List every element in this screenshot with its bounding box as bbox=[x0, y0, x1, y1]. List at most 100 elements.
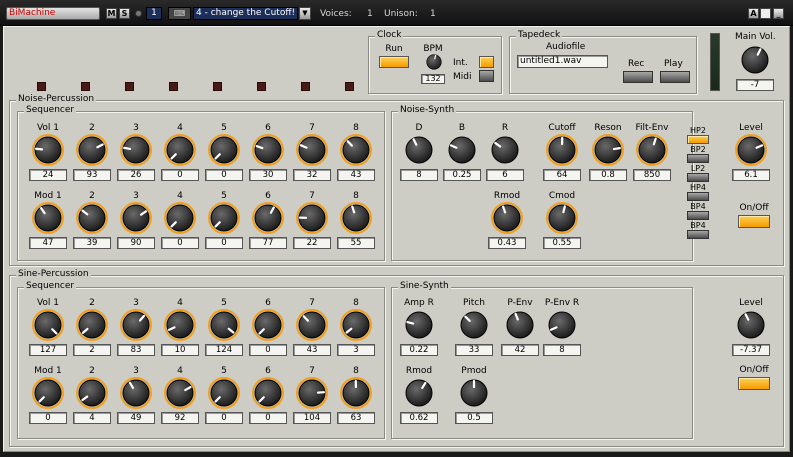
sine-mod-4-value[interactable]: 92 bbox=[161, 412, 199, 424]
voices-value[interactable]: 1 bbox=[367, 9, 373, 19]
sine-synth-3-value[interactable]: 8 bbox=[543, 344, 581, 356]
main-vol-knob[interactable] bbox=[739, 44, 771, 76]
noise-vol-8-knob[interactable] bbox=[340, 134, 372, 166]
keyboard-icon[interactable]: ⌨ bbox=[168, 7, 191, 20]
sine-synth-0-value[interactable]: 0.22 bbox=[400, 344, 438, 356]
noise-mod-5-value[interactable]: 0 bbox=[205, 237, 243, 249]
sine-vol-8-knob[interactable] bbox=[340, 309, 372, 341]
noise-synth-mod-0-value[interactable]: 0.43 bbox=[488, 237, 526, 249]
sine-synth-3-knob[interactable] bbox=[546, 309, 578, 341]
filter-button[interactable] bbox=[687, 135, 709, 144]
preset-select[interactable]: 4 - change the Cutoff! bbox=[193, 7, 298, 20]
sine-vol-1-knob[interactable] bbox=[32, 309, 64, 341]
sine-vol-8-value[interactable]: 3 bbox=[337, 344, 375, 356]
noise-vol-4-knob[interactable] bbox=[164, 134, 196, 166]
noise-synth-0-value[interactable]: 8 bbox=[400, 169, 438, 181]
audiofile-field[interactable]: untitled1.wav bbox=[517, 55, 608, 68]
sine-mod-3-knob[interactable] bbox=[120, 377, 152, 409]
noise-mod-1-knob[interactable] bbox=[32, 202, 64, 234]
sine-synth-mod-0-value[interactable]: 0.62 bbox=[400, 412, 438, 424]
noise-synth-4-knob[interactable] bbox=[592, 134, 624, 166]
sine-vol-2-knob[interactable] bbox=[76, 309, 108, 341]
chevron-down-icon[interactable]: ▼ bbox=[299, 7, 311, 20]
play-button[interactable] bbox=[660, 71, 690, 83]
sine-mod-2-value[interactable]: 4 bbox=[73, 412, 111, 424]
sine-vol-6-value[interactable]: 0 bbox=[249, 344, 287, 356]
solo-button[interactable]: S bbox=[119, 8, 130, 19]
int-toggle[interactable] bbox=[479, 56, 494, 68]
automation-button[interactable]: A bbox=[748, 8, 759, 19]
sine-vol-5-knob[interactable] bbox=[208, 309, 240, 341]
sine-synth-mod-1-knob[interactable] bbox=[458, 377, 490, 409]
bpm-value[interactable]: 132 bbox=[421, 74, 445, 84]
noise-mod-3-value[interactable]: 90 bbox=[117, 237, 155, 249]
noise-synth-2-knob[interactable] bbox=[489, 134, 521, 166]
noise-synth-4-value[interactable]: 0.8 bbox=[589, 169, 627, 181]
instrument-name[interactable]: BiMachine bbox=[6, 7, 100, 20]
sine-synth-0-knob[interactable] bbox=[403, 309, 435, 341]
noise-mod-2-value[interactable]: 39 bbox=[73, 237, 111, 249]
noise-synth-1-knob[interactable] bbox=[446, 134, 478, 166]
noise-mod-6-value[interactable]: 77 bbox=[249, 237, 287, 249]
sine-level-knob[interactable] bbox=[735, 309, 767, 341]
sine-mod-2-knob[interactable] bbox=[76, 377, 108, 409]
noise-synth-2-value[interactable]: 6 bbox=[486, 169, 524, 181]
noise-mod-3-knob[interactable] bbox=[120, 202, 152, 234]
filter-button[interactable] bbox=[687, 211, 709, 220]
noise-mod-2-knob[interactable] bbox=[76, 202, 108, 234]
noise-synth-3-knob[interactable] bbox=[546, 134, 578, 166]
noise-synth-5-knob[interactable] bbox=[636, 134, 668, 166]
window-button[interactable] bbox=[760, 8, 771, 19]
noise-level-value[interactable]: 6.1 bbox=[732, 169, 770, 181]
filter-button[interactable] bbox=[687, 173, 709, 182]
noise-vol-7-value[interactable]: 32 bbox=[293, 169, 331, 181]
noise-vol-2-value[interactable]: 93 bbox=[73, 169, 111, 181]
noise-mod-4-value[interactable]: 0 bbox=[161, 237, 199, 249]
main-vol-value[interactable]: -7 bbox=[736, 79, 774, 91]
sine-synth-mod-1-value[interactable]: 0.5 bbox=[455, 412, 493, 424]
noise-mod-7-value[interactable]: 22 bbox=[293, 237, 331, 249]
noise-onoff-button[interactable] bbox=[738, 215, 770, 228]
sine-mod-3-value[interactable]: 49 bbox=[117, 412, 155, 424]
sine-vol-7-knob[interactable] bbox=[296, 309, 328, 341]
noise-mod-5-knob[interactable] bbox=[208, 202, 240, 234]
sine-vol-5-value[interactable]: 124 bbox=[205, 344, 243, 356]
bpm-knob[interactable] bbox=[425, 53, 443, 71]
noise-mod-4-knob[interactable] bbox=[164, 202, 196, 234]
noise-mod-1-value[interactable]: 47 bbox=[29, 237, 67, 249]
noise-vol-7-knob[interactable] bbox=[296, 134, 328, 166]
sine-level-value[interactable]: -7.37 bbox=[732, 344, 770, 356]
sine-vol-2-value[interactable]: 2 bbox=[73, 344, 111, 356]
sine-mod-5-value[interactable]: 0 bbox=[205, 412, 243, 424]
noise-vol-5-value[interactable]: 0 bbox=[205, 169, 243, 181]
noise-synth-mod-1-knob[interactable] bbox=[546, 202, 578, 234]
filter-button[interactable] bbox=[687, 192, 709, 201]
noise-mod-7-knob[interactable] bbox=[296, 202, 328, 234]
sine-synth-2-value[interactable]: 42 bbox=[501, 344, 539, 356]
sine-mod-8-value[interactable]: 63 bbox=[337, 412, 375, 424]
sine-vol-4-value[interactable]: 10 bbox=[161, 344, 199, 356]
sine-vol-3-value[interactable]: 83 bbox=[117, 344, 155, 356]
rec-button[interactable] bbox=[623, 71, 653, 83]
sine-onoff-button[interactable] bbox=[738, 377, 770, 390]
noise-vol-3-knob[interactable] bbox=[120, 134, 152, 166]
noise-vol-8-value[interactable]: 43 bbox=[337, 169, 375, 181]
run-button[interactable] bbox=[379, 56, 409, 68]
noise-mod-6-knob[interactable] bbox=[252, 202, 284, 234]
noise-mod-8-value[interactable]: 55 bbox=[337, 237, 375, 249]
noise-synth-5-value[interactable]: 850 bbox=[633, 169, 671, 181]
noise-vol-2-knob[interactable] bbox=[76, 134, 108, 166]
mute-button[interactable]: M bbox=[106, 8, 117, 19]
sine-mod-1-knob[interactable] bbox=[32, 377, 64, 409]
midi-channel[interactable]: 1 bbox=[146, 7, 162, 20]
midi-toggle[interactable] bbox=[479, 70, 494, 82]
sine-vol-1-value[interactable]: 127 bbox=[29, 344, 67, 356]
noise-synth-0-knob[interactable] bbox=[403, 134, 435, 166]
sine-mod-7-value[interactable]: 104 bbox=[293, 412, 331, 424]
sine-mod-5-knob[interactable] bbox=[208, 377, 240, 409]
minimize-button[interactable]: _ bbox=[773, 8, 784, 19]
sine-synth-mod-0-knob[interactable] bbox=[403, 377, 435, 409]
sine-vol-3-knob[interactable] bbox=[120, 309, 152, 341]
sine-synth-2-knob[interactable] bbox=[504, 309, 536, 341]
sine-mod-6-value[interactable]: 0 bbox=[249, 412, 287, 424]
